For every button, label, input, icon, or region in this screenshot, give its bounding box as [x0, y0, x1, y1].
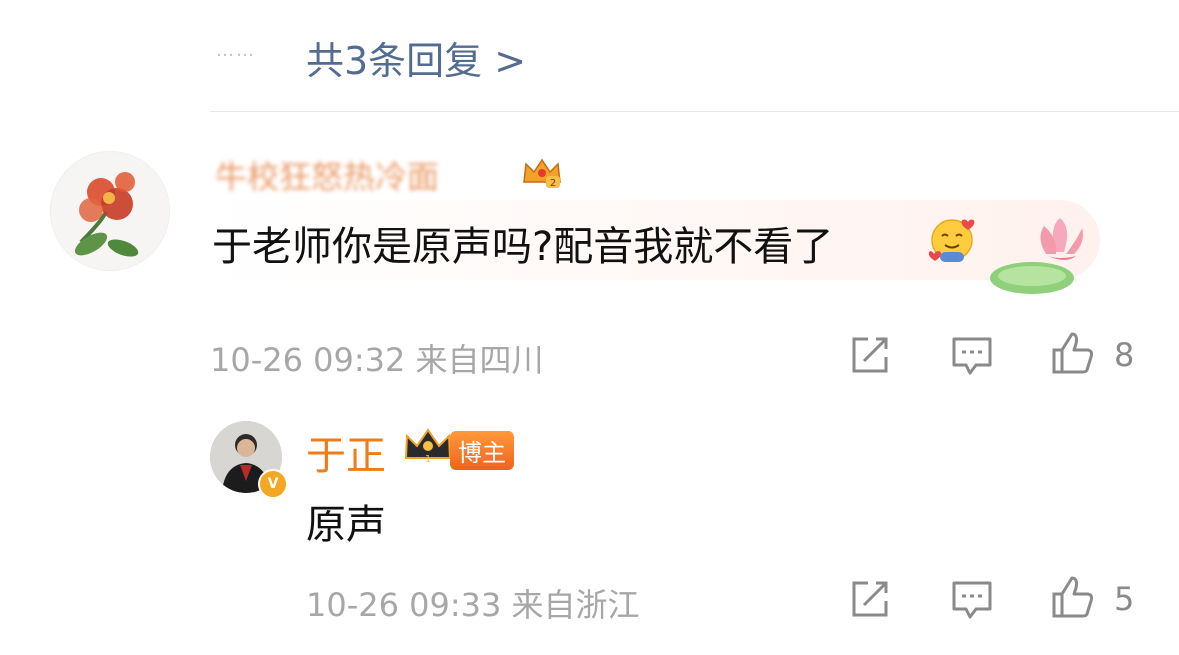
- comment-text: 原声: [306, 502, 386, 548]
- comment-meta: 10-26 09:33 来自浙江: [306, 580, 640, 626]
- svg-text:1: 1: [425, 454, 431, 465]
- location: 来自浙江: [511, 586, 640, 624]
- crown-icon: 2: [520, 156, 564, 190]
- like-icon[interactable]: [1050, 574, 1094, 618]
- host-badge: 博主: [450, 431, 514, 470]
- like-count: 8: [1114, 336, 1135, 374]
- dots-separator: ……: [216, 40, 256, 61]
- comment-icon[interactable]: [950, 333, 994, 377]
- flower-avatar-icon: [51, 152, 169, 270]
- comment-icon[interactable]: [950, 577, 994, 621]
- timestamp: 10-26 09:32: [210, 341, 406, 379]
- author-name[interactable]: 于正: [306, 423, 386, 481]
- like-icon[interactable]: [1050, 330, 1094, 374]
- lotus-sticker-icon: [986, 208, 1098, 298]
- timestamp: 10-26 09:33: [306, 586, 502, 624]
- location: 来自四川: [415, 341, 544, 379]
- verified-badge-icon: V: [258, 469, 288, 499]
- share-icon[interactable]: [848, 333, 892, 377]
- comment-text: 于老师你是原声吗?配音我就不看了: [212, 224, 834, 270]
- shy-heart-emoji-icon: [926, 214, 982, 266]
- like-count: 5: [1114, 580, 1135, 618]
- share-icon[interactable]: [848, 577, 892, 621]
- comment-meta: 10-26 09:32 来自四川: [210, 335, 544, 381]
- divider: [210, 111, 1179, 112]
- avatar[interactable]: [50, 151, 170, 271]
- svg-text:2: 2: [550, 178, 556, 189]
- author-name[interactable]: 牛校狂怒热冷面: [215, 152, 439, 198]
- crown-icon: 1: [402, 426, 454, 466]
- view-replies-link[interactable]: 共3条回复 >: [306, 30, 526, 85]
